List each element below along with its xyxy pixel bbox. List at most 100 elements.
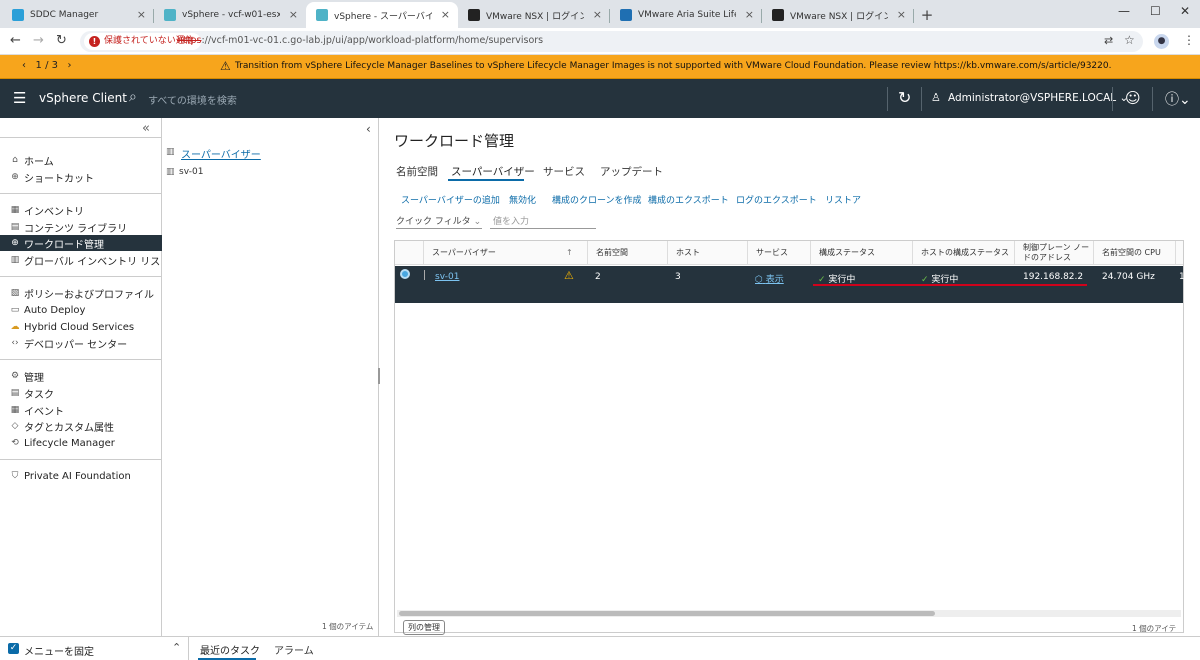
row-radio[interactable]: [400, 269, 410, 279]
nav-item-events[interactable]: ▦ イベント: [10, 402, 64, 418]
warning-icon[interactable]: ⚠: [564, 269, 574, 282]
tree-item-count: 1 個のアイテム: [322, 622, 374, 631]
pin-menu[interactable]: ✓ メニューを固定: [0, 636, 162, 660]
nav-item-tasks[interactable]: ▤ タスク: [10, 385, 54, 401]
supervisor-name-link[interactable]: sv-01: [435, 272, 459, 282]
nav-item-administration[interactable]: ⚙ 管理: [10, 368, 44, 384]
nav-item-developer-center[interactable]: ‹› デベロッパー センター: [10, 335, 127, 351]
app-title: vSphere Client: [39, 91, 127, 105]
cell-namespaces: 2: [595, 272, 601, 282]
list-icon: ▥: [10, 255, 20, 265]
close-icon[interactable]: ×: [137, 8, 146, 21]
nav-item-content-library[interactable]: ▤ コンテンツ ライブラリ: [10, 219, 127, 235]
cell-hosts: 3: [675, 272, 681, 282]
nav-item-workload-management[interactable]: ⊕ ワークロード管理: [0, 235, 162, 251]
translate-icon[interactable]: ⇄: [1104, 34, 1113, 47]
new-tab-button[interactable]: +: [914, 2, 940, 28]
omnibox[interactable]: ! 保護されていない通信 https://vcf-m01-vc-01.c.go-l…: [80, 31, 1143, 52]
collapse-tree-icon[interactable]: ‹: [366, 122, 371, 136]
scrollbar-thumb[interactable]: [399, 611, 935, 616]
pin-checkbox[interactable]: ✓: [8, 643, 19, 654]
nav-label: デベロッパー センター: [24, 339, 128, 351]
export-logs-button[interactable]: ログのエクスポート: [736, 193, 817, 206]
quick-filter-select[interactable]: クイック フィルタ ⌄: [396, 214, 482, 229]
column-header-config-status[interactable]: 構成ステータス: [810, 241, 912, 265]
tab-services[interactable]: サービス: [543, 164, 585, 179]
search-icon[interactable]: ⌕: [129, 89, 137, 105]
url-text[interactable]: https://vcf-m01-vc-01.c.go-lab.jp/ui/app…: [177, 35, 543, 46]
tab-supervisors[interactable]: スーパーバイザー: [451, 164, 535, 179]
browser-tab[interactable]: VMware NSX | ログイン ×: [762, 2, 914, 28]
browser-tab[interactable]: SDDC Manager ×: [2, 2, 154, 28]
nav-item-policies[interactable]: ▧ ポリシーおよびプロファイル: [10, 285, 154, 301]
add-supervisor-button[interactable]: スーパーバイザーの追加: [401, 193, 500, 206]
cell-cpu: 24.704 GHz: [1102, 272, 1155, 282]
minimize-icon[interactable]: —: [1118, 4, 1130, 18]
tree-root-link[interactable]: スーパーバイザー: [181, 146, 261, 161]
close-icon[interactable]: ×: [897, 8, 906, 21]
next-icon[interactable]: ›: [68, 60, 72, 71]
nav-label: インベントリ: [24, 206, 84, 218]
user-menu[interactable]: Administrator@VSPHERE.LOCAL ⌄: [948, 92, 1128, 104]
supervisor-grid: スーパーバイザー ↑ 名前空間 ホスト サービス 構成ステータス ホストの構成ステ…: [394, 240, 1185, 644]
browser-tab[interactable]: vSphere - vcf-w01-esxi-01.c.go ×: [154, 2, 306, 28]
clone-config-button[interactable]: 構成のクローンを作成: [552, 193, 642, 206]
restore-button[interactable]: リストア: [825, 193, 861, 206]
tab-namespaces[interactable]: 名前空間: [396, 164, 438, 179]
column-header-supervisor[interactable]: スーパーバイザー ↑: [423, 241, 587, 265]
back-icon[interactable]: ←: [10, 33, 21, 48]
reload-icon[interactable]: ↻: [56, 33, 67, 48]
browser-tab[interactable]: VMware Aria Suite Lifecycle ×: [610, 2, 762, 28]
column-header-host-config-status[interactable]: ホストの構成ステータス: [912, 241, 1014, 265]
column-header-services[interactable]: サービス: [747, 241, 810, 265]
prev-icon[interactable]: ‹: [22, 60, 26, 71]
browser-tab-active[interactable]: vSphere - スーパーバイザー ×: [306, 2, 458, 28]
tree-item[interactable]: sv-01: [179, 167, 203, 177]
disable-button[interactable]: 無効化: [509, 193, 536, 206]
main-content: ワークロード管理 名前空間 スーパーバイザー サービス アップデート スーパーバ…: [380, 118, 1200, 644]
filter-value-input[interactable]: 値を入力: [490, 214, 596, 229]
services-link[interactable]: ⬡ 表示: [755, 272, 784, 285]
profile-avatar[interactable]: ●: [1154, 34, 1169, 49]
window-close-icon[interactable]: ✕: [1180, 4, 1190, 18]
active-tab-indicator: [448, 179, 524, 181]
browser-menu-icon[interactable]: ⋮: [1183, 33, 1195, 47]
tab-alarms[interactable]: アラーム: [274, 642, 314, 657]
export-config-button[interactable]: 構成のエクスポート: [648, 193, 729, 206]
nav-item-global-inventory[interactable]: ▥ グローバル インベントリ リスト: [10, 252, 171, 268]
expand-panel-icon[interactable]: ⌃: [172, 641, 181, 654]
nav-item-auto-deploy[interactable]: ▭ Auto Deploy: [10, 302, 86, 318]
table-row-selected[interactable]: sv-01 ⚠ 2 3 ⬡ 表示 ✓ 実行中 ✓ 実行中 192.168.82.…: [395, 266, 1185, 303]
close-icon[interactable]: ×: [593, 8, 602, 21]
banner-page-count: 1 / 3: [35, 60, 58, 71]
nav-item-home[interactable]: ⌂ ホーム: [10, 152, 54, 168]
global-search-input[interactable]: すべての環境を検索: [148, 92, 237, 107]
nav-item-inventory[interactable]: ▦ インベントリ: [10, 202, 84, 218]
help-icon[interactable]: ⓘ⌄: [1165, 89, 1191, 109]
column-header-cpu[interactable]: 名前空間の CPU: [1093, 241, 1175, 265]
nav-item-tags[interactable]: ◇ タグとカスタム属性: [10, 418, 114, 434]
tab-recent-tasks[interactable]: 最近のタスク: [200, 642, 260, 657]
maximize-icon[interactable]: ☐: [1150, 4, 1161, 18]
manage-columns-button[interactable]: 列の管理: [403, 620, 445, 635]
horizontal-scrollbar[interactable]: [397, 610, 1181, 617]
hamburger-menu-icon[interactable]: ☰: [13, 89, 26, 107]
column-header-namespaces[interactable]: 名前空間: [587, 241, 667, 265]
column-header-hosts[interactable]: ホスト: [667, 241, 747, 265]
browser-tab[interactable]: VMware NSX | ログイン ×: [458, 2, 610, 28]
bookmark-star-icon[interactable]: ☆: [1124, 33, 1135, 47]
collapse-nav-icon[interactable]: «: [142, 121, 150, 136]
close-icon[interactable]: ×: [745, 8, 754, 21]
nav-item-lifecycle-manager[interactable]: ⟲ Lifecycle Manager: [10, 435, 115, 451]
app-header: ☰ vSphere Client ⌕ すべての環境を検索 ↻ ♙ Adminis…: [0, 79, 1200, 118]
forward-icon[interactable]: →: [33, 33, 44, 48]
nav-item-private-ai[interactable]: ⛉ Private AI Foundation: [10, 468, 131, 484]
close-icon[interactable]: ×: [289, 8, 298, 21]
close-icon[interactable]: ×: [441, 8, 450, 21]
column-header-cp-address[interactable]: 制御プレーン ノードのアドレス: [1014, 241, 1093, 265]
nav-item-hybrid-cloud[interactable]: ☁ Hybrid Cloud Services: [10, 319, 135, 335]
refresh-icon[interactable]: ↻: [898, 88, 911, 107]
nav-item-shortcuts[interactable]: ⊕ ショートカット: [10, 169, 94, 185]
feedback-smiley-icon[interactable]: ☺: [1125, 89, 1141, 107]
tab-updates[interactable]: アップデート: [600, 164, 663, 179]
